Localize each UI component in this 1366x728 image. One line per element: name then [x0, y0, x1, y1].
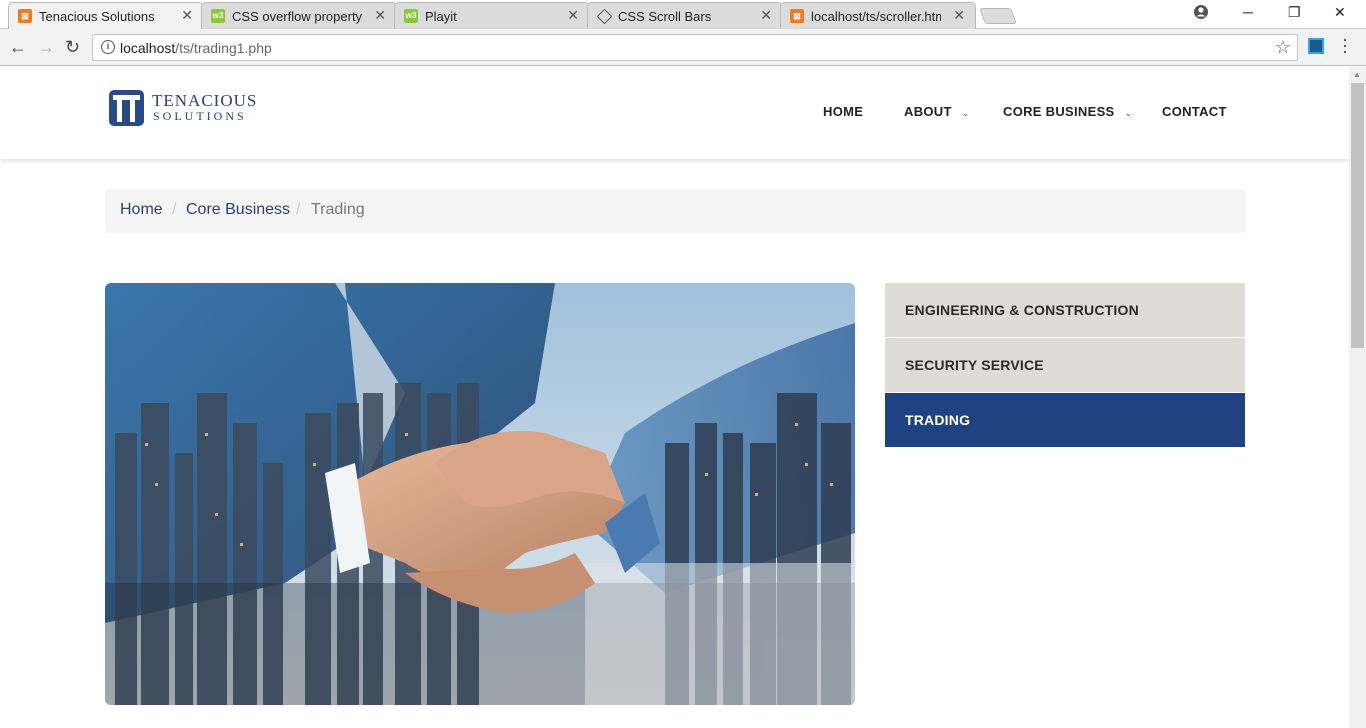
restore-icon[interactable]: ❐ — [1288, 4, 1301, 21]
tab-title: Playit — [425, 9, 457, 24]
tab-title: CSS Scroll Bars — [618, 9, 712, 24]
close-icon[interactable]: ✕ — [953, 7, 965, 24]
tab-scroller[interactable]: ⊠ localhost/ts/scroller.html ✕ — [780, 2, 976, 29]
tab-tenacious-solutions[interactable]: ⊠ Tenacious Solutions ✕ — [8, 2, 204, 29]
scroll-up-icon[interactable]: ▲ — [1353, 70, 1361, 79]
breadcrumb-separator: / — [296, 201, 301, 218]
hero-image — [105, 283, 855, 705]
forward-icon[interactable]: → — [37, 37, 55, 58]
codepen-icon — [596, 8, 613, 25]
breadcrumb-home[interactable]: Home — [120, 201, 163, 219]
chevron-down-icon: ⌄ — [961, 108, 970, 118]
side-menu-engineering[interactable]: ENGINEERING & CONSTRUCTION — [885, 283, 1245, 337]
tab-css-scroll-bars[interactable]: CSS Scroll Bars ✕ — [587, 2, 783, 29]
info-icon[interactable]: i — [101, 40, 115, 54]
side-menu-label: SECURITY SERVICE — [905, 357, 1044, 373]
w3schools-icon: w3 — [211, 9, 225, 23]
chevron-down-icon: ⌄ — [1124, 108, 1133, 118]
side-menu-label: TRADING — [905, 412, 971, 428]
tab-title: CSS overflow property — [232, 9, 362, 24]
side-menu-trading[interactable]: TRADING — [885, 393, 1245, 447]
breadcrumb-separator: / — [172, 201, 177, 218]
xampp-icon: ⊠ — [18, 9, 32, 23]
url-text: localhost/ts/trading1.php — [120, 40, 272, 56]
nav-home[interactable]: HOME — [823, 104, 863, 119]
nav-about[interactable]: ABOUT ⌄ — [904, 104, 970, 119]
browser-tabstrip: ⊠ Tenacious Solutions ✕ w3 CSS overflow … — [0, 0, 1366, 29]
site-header: TENACIOUS SOLUTIONS HOME ABOUT ⌄ CORE BUS… — [0, 67, 1349, 159]
side-menu-label: ENGINEERING & CONSTRUCTION — [905, 302, 1139, 318]
nav-core-business[interactable]: CORE BUSINESS ⌄ — [1003, 104, 1132, 119]
close-icon[interactable]: ✕ — [567, 7, 579, 24]
extension-icon[interactable] — [1308, 38, 1324, 54]
page-viewport: TENACIOUS SOLUTIONS HOME ABOUT ⌄ CORE BUS… — [0, 67, 1349, 728]
xampp-icon: ⊠ — [790, 9, 804, 23]
breadcrumb-core-business[interactable]: Core Business — [186, 201, 290, 219]
side-menu-security[interactable]: SECURITY SERVICE — [885, 338, 1245, 392]
tab-playit[interactable]: w3 Playit ✕ — [394, 2, 590, 29]
w3schools-icon: w3 — [404, 9, 418, 23]
tab-title: Tenacious Solutions — [39, 9, 155, 24]
address-bar[interactable]: i localhost/ts/trading1.php ☆ — [92, 34, 1298, 61]
tab-css-overflow[interactable]: w3 CSS overflow property ✕ — [201, 2, 397, 29]
tab-title: localhost/ts/scroller.html — [811, 9, 941, 24]
page-scrollbar[interactable]: ▲ — [1349, 67, 1366, 728]
reload-icon[interactable]: ↻ — [65, 37, 80, 58]
minimize-icon[interactable]: ─ — [1243, 4, 1253, 20]
profile-icon[interactable] — [1193, 4, 1209, 23]
window-close-icon[interactable]: ✕ — [1334, 4, 1346, 21]
scrollbar-thumb[interactable] — [1351, 83, 1364, 348]
breadcrumb-current: Trading — [311, 201, 365, 218]
bookmark-star-icon[interactable]: ☆ — [1275, 37, 1291, 58]
close-icon[interactable]: ✕ — [181, 7, 193, 24]
breadcrumb: Home / Core Business / Trading — [105, 189, 1245, 233]
back-icon[interactable]: ← — [9, 37, 27, 58]
nav-contact[interactable]: CONTACT — [1162, 104, 1227, 119]
browser-toolbar: ← → ↻ i localhost/ts/trading1.php ☆ · · · — [0, 29, 1366, 66]
main-nav: HOME ABOUT ⌄ CORE BUSINESS ⌄ CONTACT — [0, 104, 1349, 124]
browser-menu-icon[interactable]: · · · — [1342, 30, 1348, 60]
close-icon[interactable]: ✕ — [374, 7, 386, 24]
new-tab-button[interactable] — [979, 8, 1017, 24]
side-menu: ENGINEERING & CONSTRUCTION SECURITY SERV… — [885, 283, 1245, 448]
close-icon[interactable]: ✕ — [760, 7, 772, 24]
